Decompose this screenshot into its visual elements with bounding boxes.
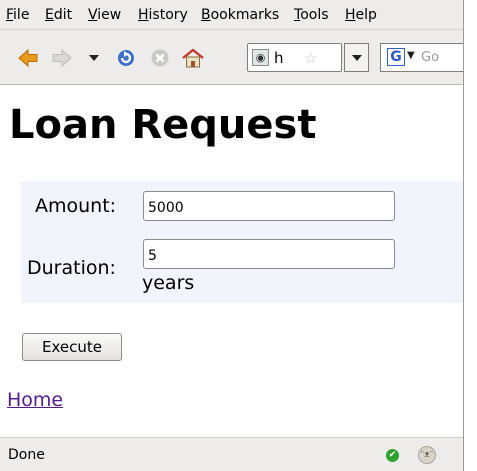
page-title: Loan Request: [9, 102, 317, 148]
page-content: Loan Request Amount: Duration: years Exe…: [0, 85, 463, 437]
reload-icon[interactable]: [114, 46, 138, 70]
back-icon[interactable]: [16, 46, 40, 70]
amount-input[interactable]: [143, 191, 395, 221]
chevron-down-icon: [351, 54, 362, 61]
menu-tools[interactable]: Tools: [294, 7, 329, 23]
search-input[interactable]: Go: [421, 50, 439, 65]
secure-check-icon[interactable]: ✔: [386, 449, 399, 462]
home-icon[interactable]: [181, 46, 205, 70]
stop-icon[interactable]: [148, 46, 172, 70]
menu-edit[interactable]: Edit: [45, 7, 72, 23]
menu-help[interactable]: Help: [345, 7, 377, 23]
search-engine-dropdown-icon[interactable]: ▼: [407, 50, 415, 61]
execute-button[interactable]: Execute: [22, 333, 122, 361]
menu-bookmarks[interactable]: Bookmarks: [201, 7, 279, 23]
menu-history[interactable]: History: [138, 7, 188, 23]
bookmark-star-icon[interactable]: ☆: [304, 49, 317, 67]
navigation-toolbar: ◉ h ☆ G ▼ Go: [0, 30, 463, 85]
window-edge-line: [463, 0, 464, 471]
duration-label: Duration:: [27, 257, 116, 279]
menu-file[interactable]: File: [6, 7, 29, 23]
search-engine-icon[interactable]: G: [387, 48, 405, 66]
menu-view[interactable]: View: [88, 7, 121, 23]
amount-label: Amount:: [35, 195, 117, 217]
home-link[interactable]: Home: [7, 389, 63, 411]
url-bar[interactable]: ◉ h ☆: [247, 43, 342, 72]
duration-input[interactable]: [143, 239, 395, 269]
menu-bar: File Edit View History Bookmarks Tools H…: [0, 0, 463, 30]
history-dropdown-icon[interactable]: [82, 46, 106, 70]
extension-face-icon[interactable]: ᵔᴥᵔ: [418, 446, 436, 464]
status-text: Done: [8, 447, 45, 463]
search-bar[interactable]: G ▼ Go: [380, 43, 463, 72]
url-text: h: [274, 49, 284, 67]
page-icon: ◉: [252, 49, 269, 66]
duration-unit: years: [142, 272, 195, 294]
forward-icon[interactable]: [50, 46, 74, 70]
window-edge: [463, 0, 477, 471]
url-dropdown-button[interactable]: [344, 43, 369, 72]
status-bar: Done ✔ ᵔᴥᵔ: [0, 437, 463, 471]
